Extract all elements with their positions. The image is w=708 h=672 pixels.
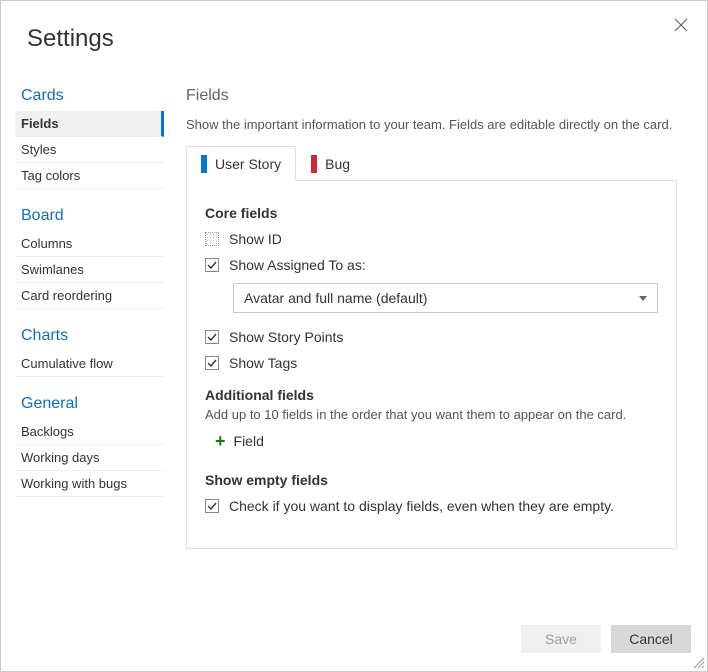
dialog-body: Cards Fields Styles Tag colors Board Col… — [1, 63, 707, 613]
show-assigned-to-row: Show Assigned To as: — [205, 257, 658, 273]
show-empty-checkbox[interactable] — [205, 499, 219, 513]
sidebar-item-card-reordering[interactable]: Card reordering — [15, 283, 164, 309]
add-field-label: Field — [234, 433, 264, 449]
sidebar-item-working-days[interactable]: Working days — [15, 445, 164, 471]
sidebar-item-cumulative-flow[interactable]: Cumulative flow — [15, 351, 164, 377]
sidebar-item-swimlanes[interactable]: Swimlanes — [15, 257, 164, 283]
sidebar-section-cards: Cards — [15, 83, 164, 111]
dialog-footer: Save Cancel — [1, 613, 707, 671]
settings-dialog: Settings Cards Fields Styles Tag colors … — [0, 0, 708, 672]
sidebar-item-fields[interactable]: Fields — [15, 111, 164, 137]
sidebar: Cards Fields Styles Tag colors Board Col… — [1, 63, 164, 613]
tab-user-story[interactable]: User Story — [186, 146, 296, 181]
cancel-button[interactable]: Cancel — [611, 625, 691, 653]
show-id-label: Show ID — [229, 231, 282, 247]
core-fields-heading: Core fields — [205, 205, 658, 221]
save-button[interactable]: Save — [521, 625, 601, 653]
show-story-points-row: Show Story Points — [205, 329, 658, 345]
select-value: Avatar and full name (default) — [244, 290, 427, 306]
chevron-down-icon — [639, 296, 647, 301]
check-icon — [207, 501, 217, 511]
show-tags-checkbox[interactable] — [205, 356, 219, 370]
show-story-points-label: Show Story Points — [229, 329, 343, 345]
tab-label: User Story — [215, 156, 281, 172]
dialog-title: Settings — [27, 25, 114, 53]
additional-fields-heading: Additional fields — [205, 387, 658, 403]
show-assigned-to-checkbox[interactable] — [205, 258, 219, 272]
show-empty-heading: Show empty fields — [205, 472, 658, 488]
show-empty-row: Check if you want to display fields, eve… — [205, 498, 658, 514]
show-tags-label: Show Tags — [229, 355, 297, 371]
tabs: User Story Bug — [186, 146, 677, 181]
sidebar-section-general: General — [15, 391, 164, 419]
close-button[interactable] — [671, 15, 691, 35]
check-icon — [207, 358, 217, 368]
content-description: Show the important information to your t… — [186, 117, 677, 132]
show-id-checkbox[interactable] — [205, 232, 219, 246]
sidebar-item-styles[interactable]: Styles — [15, 137, 164, 163]
plus-icon: + — [215, 432, 226, 450]
assigned-to-select-row: Avatar and full name (default) — [233, 283, 658, 313]
sidebar-item-backlogs[interactable]: Backlogs — [15, 419, 164, 445]
show-id-row: Show ID — [205, 231, 658, 247]
show-assigned-to-label: Show Assigned To as: — [229, 257, 366, 273]
tab-bug[interactable]: Bug — [296, 146, 365, 181]
show-story-points-checkbox[interactable] — [205, 330, 219, 344]
resize-grip-icon[interactable] — [691, 655, 705, 669]
assigned-to-select[interactable]: Avatar and full name (default) — [233, 283, 658, 313]
show-tags-row: Show Tags — [205, 355, 658, 371]
content-title: Fields — [186, 87, 677, 105]
tab-pane: Core fields Show ID Show Assigned To as:… — [186, 181, 677, 549]
sidebar-section-board: Board — [15, 203, 164, 231]
sidebar-item-tag-colors[interactable]: Tag colors — [15, 163, 164, 189]
show-empty-label: Check if you want to display fields, eve… — [229, 498, 614, 514]
tab-label: Bug — [325, 156, 350, 172]
sidebar-section-charts: Charts — [15, 323, 164, 351]
close-icon — [674, 18, 688, 32]
check-icon — [207, 332, 217, 342]
check-icon — [207, 260, 217, 270]
add-field-button[interactable]: + Field — [215, 432, 658, 450]
sidebar-item-columns[interactable]: Columns — [15, 231, 164, 257]
tab-color-bar-icon — [201, 155, 207, 173]
dialog-header: Settings — [1, 1, 707, 63]
sidebar-item-working-with-bugs[interactable]: Working with bugs — [15, 471, 164, 497]
tab-color-bar-icon — [311, 155, 317, 173]
content-pane: Fields Show the important information to… — [164, 63, 707, 613]
additional-fields-sub: Add up to 10 fields in the order that yo… — [205, 407, 658, 422]
